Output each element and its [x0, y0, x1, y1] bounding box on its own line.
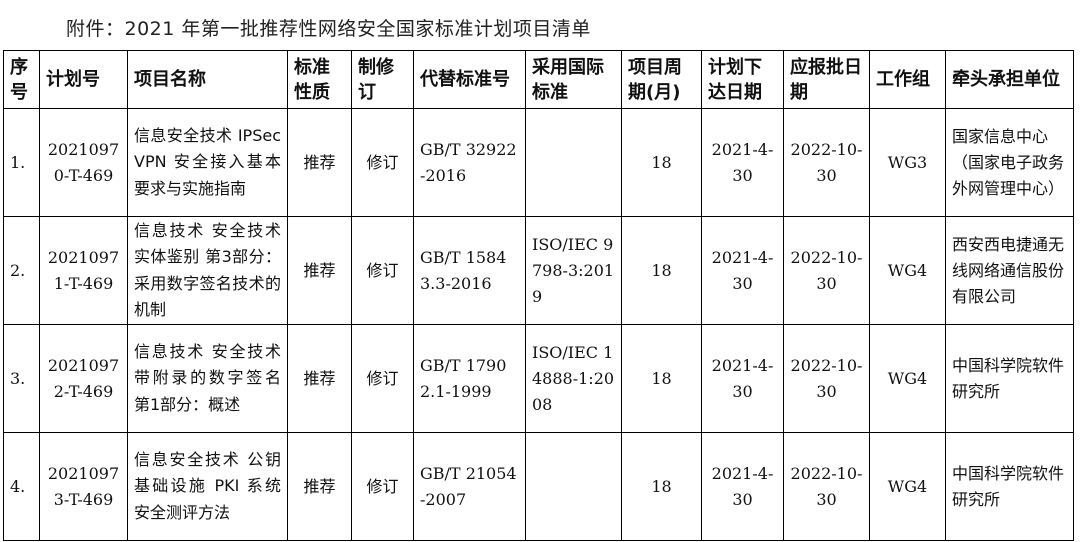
revision-type: 修订 — [351, 108, 414, 217]
row-number: 1. — [3, 108, 40, 217]
working-group: WG4 — [869, 216, 946, 325]
project-name: 信息技术 安全技术 带附录的数字签名 第1部分：概述 — [127, 324, 288, 433]
plan-number: 20210972-T-469 — [39, 324, 128, 433]
row-number: 4. — [3, 432, 40, 541]
header-cell: 代替标准号 — [413, 50, 526, 109]
plan-number: 20210970-T-469 — [39, 108, 128, 217]
project-period: 18 — [621, 324, 702, 433]
header-cell: 牵头承担单位 — [945, 50, 1074, 109]
working-group: WG3 — [869, 108, 946, 217]
row-number: 3. — [3, 324, 40, 433]
approval-due-date: 2022-10-30 — [783, 216, 870, 325]
lead-organization: 中国科学院软件研究所 — [945, 432, 1074, 541]
row-number: 2. — [3, 216, 40, 325]
plan-number: 20210971-T-469 — [39, 216, 128, 325]
lead-organization: 西安西电捷通无线网络通信股份有限公司 — [945, 216, 1074, 325]
project-period: 18 — [621, 216, 702, 325]
project-period: 18 — [621, 432, 702, 541]
standard-nature: 推荐 — [287, 108, 352, 217]
revision-type: 修订 — [351, 324, 414, 433]
standard-nature: 推荐 — [287, 432, 352, 541]
working-group: WG4 — [869, 432, 946, 541]
document-title: 附件：2021 年第一批推荐性网络安全国家标准计划项目清单 — [66, 18, 591, 40]
table-row: 2. 20210971-T-469 信息技术 安全技术 实体鉴别 第3部分：采用… — [3, 216, 1074, 325]
replaced-standard: GB/T 32922-2016 — [413, 108, 526, 217]
project-period: 18 — [621, 108, 702, 217]
header-cell: 项目名称 — [127, 50, 288, 109]
issue-date: 2021-4-30 — [701, 432, 784, 541]
revision-type: 修订 — [351, 216, 414, 325]
header-cell: 项目周期(月) — [621, 50, 702, 109]
issue-date: 2021-4-30 — [701, 324, 784, 433]
lead-organization: 国家信息中心（国家电子政务外网管理中心） — [945, 108, 1074, 217]
international-standard — [525, 432, 622, 541]
approval-due-date: 2022-10-30 — [783, 432, 870, 541]
approval-due-date: 2022-10-30 — [783, 108, 870, 217]
issue-date: 2021-4-30 — [701, 216, 784, 325]
standards-table: 序号 计划号 项目名称 标准性质 制修订 代替标准号 采用国际标准 项目周期(月… — [3, 50, 1074, 541]
replaced-standard: GB/T 17902.1-1999 — [413, 324, 526, 433]
revision-type: 修订 — [351, 432, 414, 541]
international-standard: ISO/IEC 14888-1:2008 — [525, 324, 622, 433]
project-name: 信息安全技术 IPSec VPN 安全接入基本要求与实施指南 — [127, 108, 288, 217]
international-standard: ISO/IEC 9798-3:2019 — [525, 216, 622, 325]
replaced-standard: GB/T 21054-2007 — [413, 432, 526, 541]
lead-organization: 中国科学院软件研究所 — [945, 324, 1074, 433]
plan-number: 20210973-T-469 — [39, 432, 128, 541]
standard-nature: 推荐 — [287, 324, 352, 433]
header-cell: 应报批日期 — [783, 50, 870, 109]
header-cell: 制修订 — [351, 50, 414, 109]
project-name: 信息技术 安全技术 实体鉴别 第3部分：采用数字签名技术的机制 — [127, 216, 288, 325]
table-row: 3. 20210972-T-469 信息技术 安全技术 带附录的数字签名 第1部… — [3, 324, 1074, 433]
issue-date: 2021-4-30 — [701, 108, 784, 217]
project-name: 信息安全技术 公钥基础设施 PKI 系统安全测评方法 — [127, 432, 288, 541]
working-group: WG4 — [869, 324, 946, 433]
approval-due-date: 2022-10-30 — [783, 324, 870, 433]
header-cell: 序号 — [3, 50, 40, 109]
header-cell: 标准性质 — [287, 50, 352, 109]
standard-nature: 推荐 — [287, 216, 352, 325]
table-row: 1. 20210970-T-469 信息安全技术 IPSec VPN 安全接入基… — [3, 108, 1074, 217]
header-cell: 工作组 — [869, 50, 946, 109]
header-cell: 采用国际标准 — [525, 50, 622, 109]
table-row: 4. 20210973-T-469 信息安全技术 公钥基础设施 PKI 系统安全… — [3, 432, 1074, 541]
header-row: 序号 计划号 项目名称 标准性质 制修订 代替标准号 采用国际标准 项目周期(月… — [3, 50, 1074, 109]
international-standard — [525, 108, 622, 217]
replaced-standard: GB/T 15843.3-2016 — [413, 216, 526, 325]
header-cell: 计划下达日期 — [701, 50, 784, 109]
header-cell: 计划号 — [39, 50, 128, 109]
